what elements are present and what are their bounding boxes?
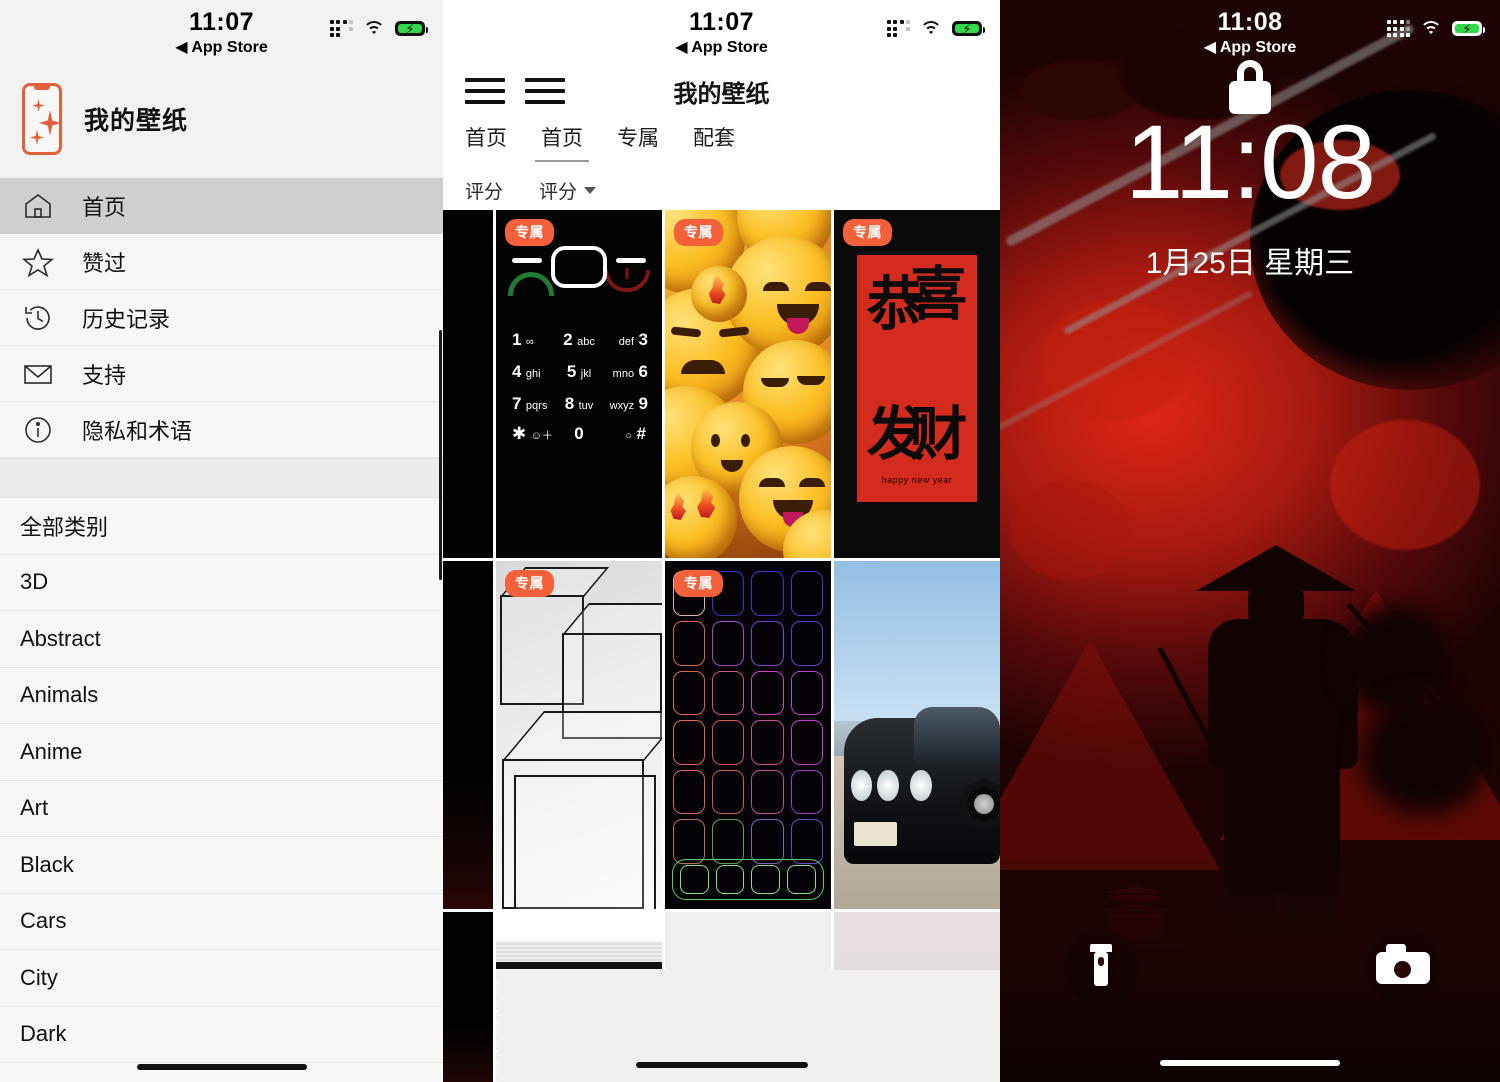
neon-dock — [671, 858, 825, 901]
status-icons: ⚡ — [329, 20, 428, 37]
sidebar-item-label: 赞过 — [82, 250, 127, 276]
flashlight-icon[interactable] — [1064, 930, 1138, 1004]
sidebar-panel: 11:07 ◀ App Store ⚡ 我的壁纸 首页 赞过 历史记录 支持 隐… — [0, 0, 443, 1082]
history-icon — [22, 302, 54, 334]
home-indicator[interactable] — [635, 1062, 808, 1068]
category-item[interactable]: Anime — [0, 724, 443, 781]
cny-wallpaper-art: 恭 喜 发 财 happy new year — [834, 210, 1000, 558]
category-item[interactable]: Black — [0, 837, 443, 894]
sidebar-item-label: 历史记录 — [82, 306, 171, 332]
cny-stamp: 恭 喜 发 财 happy new year — [853, 251, 981, 507]
exclusive-badge: 专属 — [505, 570, 554, 597]
mail-icon — [22, 358, 54, 390]
tab-exclusive[interactable]: 专属 — [617, 122, 659, 162]
sort-label: 评分 — [539, 181, 578, 203]
keypad-wallpaper-art: 1 ∞ 2 abc def 3 4 ghi 5 jkl mno 6 7 pqrs… — [496, 210, 662, 558]
grid-item-neon-icons-wallpaper[interactable]: 专属 — [665, 561, 831, 909]
battery-charging-icon: ⚡ — [1452, 21, 1485, 36]
sidebar-menu: 首页 赞过 历史记录 支持 隐私和术语 — [0, 178, 443, 458]
cny-char: 财 — [909, 399, 968, 468]
lock-screen-date: 1月25日 星期三 — [1145, 247, 1355, 280]
star-icon — [22, 246, 54, 278]
hamburger-icon[interactable] — [525, 78, 565, 104]
grid-item-chinese-new-year-wallpaper[interactable]: 恭 喜 发 财 happy new year 专属 — [834, 210, 1000, 558]
back-to-app-store[interactable]: ◀ App Store — [443, 37, 1000, 57]
wifi-icon — [363, 20, 385, 37]
sidebar-item-home[interactable]: 首页 — [0, 178, 443, 234]
status-bar-lock: 11:08 ◀ App Store ⚡ — [1000, 0, 1500, 60]
info-icon — [22, 414, 54, 446]
three-phone-screenshots: 11:07 ◀ App Store ⚡ 我的壁纸 首页 赞过 历史记录 支持 隐… — [0, 0, 1500, 1082]
tab-bar: 首页 首页 专属 配套 — [443, 122, 1000, 170]
sort-rating-2[interactable]: 评分 — [539, 177, 597, 204]
home-icon — [22, 190, 54, 222]
sidebar-item-history[interactable]: 历史记录 — [0, 290, 443, 346]
emoji-wallpaper-art — [665, 210, 831, 558]
grid-item-keypad-wallpaper[interactable]: 1 ∞ 2 abc def 3 4 ghi 5 jkl mno 6 7 pqrs… — [496, 210, 662, 558]
cellular-signal-icon — [329, 20, 353, 37]
home-indicator[interactable] — [136, 1064, 307, 1070]
sidebar-item-privacy[interactable]: 隐私和术语 — [0, 402, 443, 458]
cellular-signal-icon — [1386, 20, 1410, 37]
home-indicator[interactable] — [1160, 1060, 1340, 1066]
lock-screen-time: 11:08 — [1125, 104, 1376, 221]
category-item[interactable]: Cars — [0, 894, 443, 950]
sidebar-item-support[interactable]: 支持 — [0, 346, 443, 402]
grid-item-black-bmw-wallpaper[interactable] — [834, 561, 1000, 909]
app-title: 我的壁纸 — [84, 107, 189, 135]
app-header: 我的壁纸 — [0, 60, 443, 178]
status-icons: ⚡ — [886, 20, 985, 37]
wifi-icon — [920, 20, 942, 37]
category-item[interactable]: Dark — [0, 1007, 443, 1063]
wallpaper-grid[interactable]: 1 ∞ 2 abc def 3 4 ghi 5 jkl mno 6 7 pqrs… — [443, 210, 1000, 1082]
scrollbar[interactable] — [439, 330, 442, 580]
grid-item-partial[interactable] — [443, 912, 493, 1082]
bmw-wallpaper-art — [834, 561, 1000, 909]
sort-bar: 评分 评分 — [443, 170, 1000, 210]
sort-label: 评分 — [465, 181, 504, 203]
menu-divider — [0, 458, 443, 498]
category-item[interactable]: Art — [0, 781, 443, 837]
hamburger-icon[interactable] — [465, 78, 505, 104]
battery-charging-icon: ⚡ — [952, 21, 985, 36]
category-item[interactable]: Abstract — [0, 611, 443, 668]
exclusive-badge: 专属 — [674, 219, 723, 246]
sidebar-item-label: 首页 — [82, 194, 127, 220]
category-item[interactable]: Animals — [0, 668, 443, 724]
category-item[interactable]: City — [0, 950, 443, 1007]
cubes-wallpaper-art — [496, 561, 662, 909]
tab-home-1[interactable]: 首页 — [465, 122, 507, 162]
sidebar-item-label: 支持 — [82, 362, 127, 388]
grid-item-emoji-wallpaper[interactable]: 专属 — [665, 210, 831, 558]
cny-char: 喜 — [909, 260, 968, 329]
grid-item-partial[interactable] — [443, 561, 493, 909]
lock-screen-panel: 11:08 ◀ App Store ⚡ 11:08 1月25日 星期三 — [1000, 0, 1500, 1082]
camera-icon[interactable] — [1366, 930, 1440, 1004]
tab-home-2[interactable]: 首页 — [535, 122, 589, 162]
tab-matching[interactable]: 配套 — [693, 122, 735, 162]
neon-wallpaper-art — [665, 561, 831, 909]
wallpaper-grid-panel: 11:07 ◀ App Store ⚡ 我的壁纸 首页 首页 专属 配套 评分 … — [443, 0, 1000, 1082]
chevron-down-icon — [584, 186, 597, 194]
sidebar-item-liked[interactable]: 赞过 — [0, 234, 443, 290]
status-icons: ⚡ — [1386, 20, 1485, 37]
battery-charging-icon: ⚡ — [395, 21, 428, 36]
cny-caption: happy new year — [881, 475, 953, 486]
status-bar-sidebar: 11:07 ◀ App Store ⚡ — [0, 0, 443, 60]
category-item[interactable]: 3D — [0, 555, 443, 611]
cellular-signal-icon — [886, 20, 910, 37]
sparkle-phone-icon — [22, 83, 62, 155]
category-item[interactable]: 全部类别 — [0, 498, 443, 555]
sort-rating-1[interactable]: 评分 — [465, 177, 503, 204]
grid-top-bar: 我的壁纸 — [443, 60, 1000, 122]
exclusive-badge: 专属 — [505, 219, 554, 246]
grid-item-glass-cubes-wallpaper[interactable]: 专属 — [496, 561, 662, 909]
wifi-icon — [1420, 20, 1442, 37]
category-list: 全部类别 3D Abstract Animals Anime Art Black… — [0, 498, 443, 1082]
sidebar-item-label: 隐私和术语 — [82, 418, 193, 444]
exclusive-badge: 专属 — [674, 570, 723, 597]
grid-item-partial[interactable] — [443, 210, 493, 558]
exclusive-badge: 专属 — [843, 219, 892, 246]
status-bar-grid: 11:07 ◀ App Store ⚡ — [443, 0, 1000, 60]
